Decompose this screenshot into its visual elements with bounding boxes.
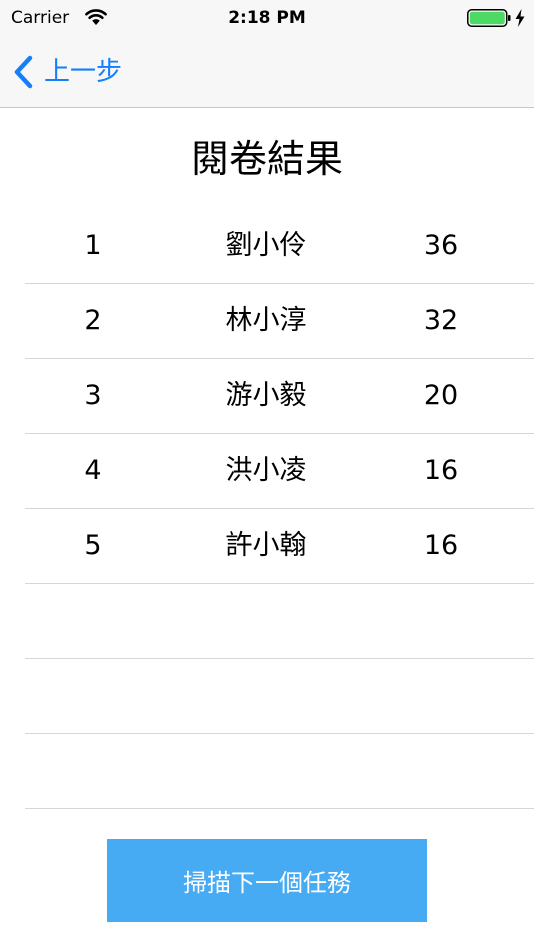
student-name-cell: 游小毅	[225, 380, 307, 411]
table-row: 2 林小淳 32	[25, 284, 534, 359]
rank-cell: 1	[84, 230, 102, 261]
table-row-empty	[25, 734, 534, 809]
page-title: 閱卷結果	[190, 137, 343, 181]
score-cell	[397, 659, 485, 733]
rank-cell: 5	[84, 530, 102, 561]
score-cell: 36	[423, 230, 459, 261]
student-name-cell: 許小翰	[225, 530, 307, 561]
student-name-cell	[196, 584, 336, 658]
score-cell	[397, 734, 485, 808]
back-button[interactable]: 上一步	[12, 52, 122, 92]
table-row: 1 劉小伶 36	[25, 209, 534, 284]
student-name-cell	[196, 734, 336, 808]
rank-cell: 3	[84, 380, 102, 411]
student-name-cell: 劉小伶	[225, 230, 307, 261]
score-cell: 16	[423, 455, 459, 486]
table-row-empty	[25, 659, 534, 734]
student-name-cell	[196, 659, 336, 733]
rank-cell	[49, 734, 137, 808]
status-time: 2:18 PM	[228, 8, 306, 28]
table-row-empty	[25, 584, 534, 659]
table-row: 5 許小翰 16	[25, 509, 534, 584]
student-name-cell: 洪小凌	[225, 455, 307, 486]
student-name-cell: 林小淳	[225, 305, 307, 336]
back-button-label: 上一步	[44, 57, 123, 87]
score-cell	[397, 584, 485, 658]
score-cell: 20	[423, 380, 459, 411]
rank-cell	[49, 659, 137, 733]
rank-cell	[49, 584, 137, 658]
chevron-left-icon	[14, 55, 33, 89]
navigation-bar: 上一步	[0, 36, 534, 108]
scan-next-task-button[interactable]: 掃描下一個任務	[107, 839, 427, 922]
table-row: 4 洪小凌 16	[25, 434, 534, 509]
results-table: 1 劉小伶 36 2 林小淳 32 3 游小毅 20 4 洪小凌 16 5 許小…	[25, 209, 534, 809]
score-cell: 16	[423, 530, 459, 561]
battery-icon	[467, 9, 511, 27]
rank-cell: 4	[84, 455, 102, 486]
table-row: 3 游小毅 20	[25, 359, 534, 434]
charging-bolt-icon	[515, 9, 525, 27]
score-cell: 32	[423, 305, 459, 336]
rank-cell: 2	[84, 305, 102, 336]
status-bar: Carrier 2:18 PM	[0, 0, 534, 36]
